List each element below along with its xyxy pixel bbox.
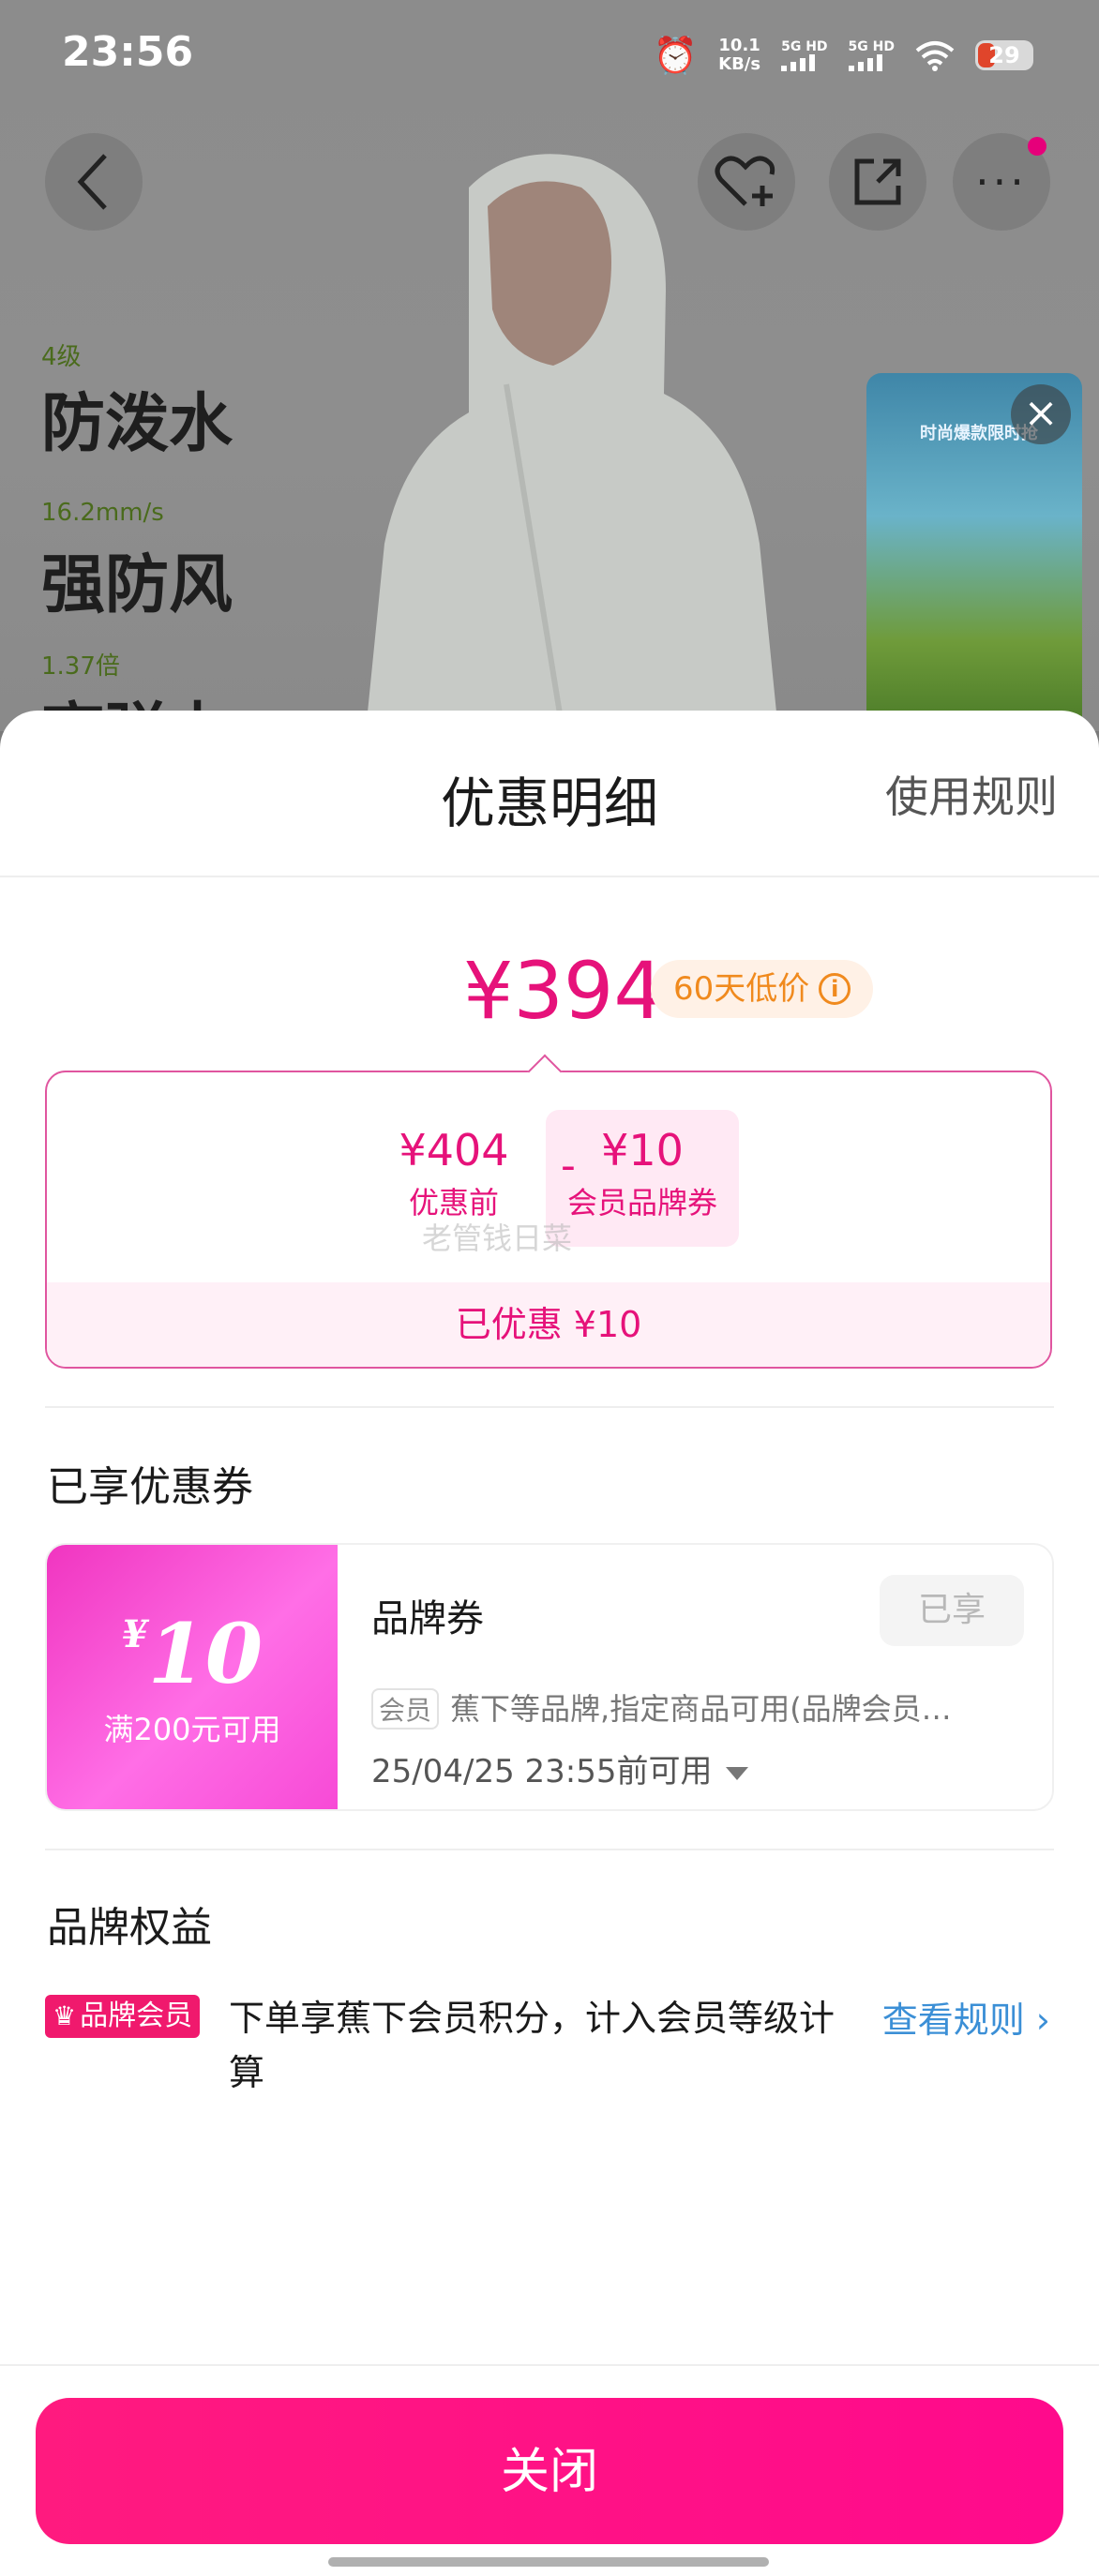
saved-amount: 已优惠 ¥10: [47, 1282, 1050, 1367]
coupon-status-button: 已享: [880, 1575, 1024, 1646]
back-button[interactable]: [45, 133, 143, 231]
home-indicator[interactable]: [328, 2557, 769, 2567]
product-model-image: [366, 154, 778, 731]
sim1-signal-icon: 5G HD: [781, 39, 828, 71]
feature-title: 强防风: [41, 548, 233, 622]
sim2-signal-icon: 5G HD: [848, 39, 895, 71]
original-price: ¥404 优惠前: [399, 1125, 509, 1221]
coupon-name: 品牌券: [371, 1597, 484, 1640]
feature-title: 防泼水: [41, 387, 233, 461]
member-tag: 会员: [371, 1688, 440, 1730]
close-video-button[interactable]: ×: [1011, 384, 1071, 444]
coupon-amount: ¥10: [121, 1605, 263, 1702]
chevron-left-icon: [77, 154, 107, 210]
share-button[interactable]: [829, 133, 926, 231]
close-button[interactable]: 关闭: [36, 2398, 1063, 2544]
alarm-icon: ⏰: [653, 35, 699, 76]
coupon-expiry[interactable]: 25/04/25 23:55前可用: [371, 1745, 748, 1791]
watermark: 老管钱日菜: [422, 1221, 573, 1256]
chevron-right-icon: ›: [1035, 1999, 1050, 2041]
share-icon: [854, 158, 901, 205]
divider: [45, 1406, 1054, 1408]
usage-rules-link[interactable]: 使用规则: [885, 763, 1058, 825]
feature-spec: 16.2mm/s: [41, 499, 164, 527]
status-time: 23:56: [62, 28, 194, 76]
coupons-section-title: 已享优惠券: [47, 1463, 253, 1511]
status-icons: ⏰ 10.1 KB/s 5G HD 5G HD 29: [654, 32, 1033, 79]
crown-icon: ♛: [53, 2000, 77, 2031]
low-price-label: 60天低价: [673, 970, 810, 1008]
caret-down-icon: [725, 1766, 748, 1780]
notification-dot: [1028, 137, 1046, 156]
coupon-description: 会员 蕉下等品牌,指定商品可用(品牌会员…: [371, 1685, 1028, 1730]
benefit-text: 下单享蕉下会员积分，计入会员等级计算: [229, 1998, 836, 2093]
coupon-perforation: [330, 1545, 345, 1809]
coupon-deduction: ¥10 会员品牌券: [566, 1125, 717, 1221]
discount-detail-sheet: 优惠明细 使用规则 ¥394 60天低价 i ¥404 优惠前 - ¥10 会员…: [0, 711, 1099, 2576]
coupon-condition: 满200元可用: [103, 1712, 281, 1747]
info-icon: i: [819, 973, 851, 1005]
view-rules-link[interactable]: 查看规则 ›: [882, 1991, 1050, 2043]
benefits-section-title: 品牌权益: [47, 1904, 212, 1952]
divider: [0, 2364, 1099, 2366]
battery-icon: 29: [975, 40, 1033, 70]
close-icon: ×: [1023, 389, 1059, 437]
feature-spec: 4级: [41, 343, 82, 371]
wifi-icon: [915, 41, 955, 71]
low-price-tag[interactable]: 60天低价 i: [651, 960, 874, 1018]
floating-video[interactable]: 时尚爆款限时抢 ×: [866, 373, 1082, 731]
feature-spec: 1.37倍: [41, 652, 120, 681]
product-page-background: 23:56 ⏰ 10.1 KB/s 5G HD 5G HD 29 ··· 4级 …: [0, 0, 1099, 771]
coupon-card[interactable]: ¥10 满200元可用 品牌券 已享 会员 蕉下等品牌,指定商品可用(品牌会员… …: [45, 1543, 1054, 1811]
brand-member-badge: ♛ 品牌会员: [45, 1995, 201, 2038]
coupon-amount-panel: ¥10 满200元可用: [47, 1545, 338, 1809]
status-bar: 23:56 ⏰ 10.1 KB/s 5G HD 5G HD 29: [0, 0, 1099, 112]
more-dots-icon: ···: [975, 157, 1028, 207]
divider: [0, 876, 1099, 877]
divider: [45, 1849, 1054, 1850]
net-speed: 10.1 KB/s: [718, 36, 761, 74]
final-price: ¥394: [463, 945, 664, 1037]
